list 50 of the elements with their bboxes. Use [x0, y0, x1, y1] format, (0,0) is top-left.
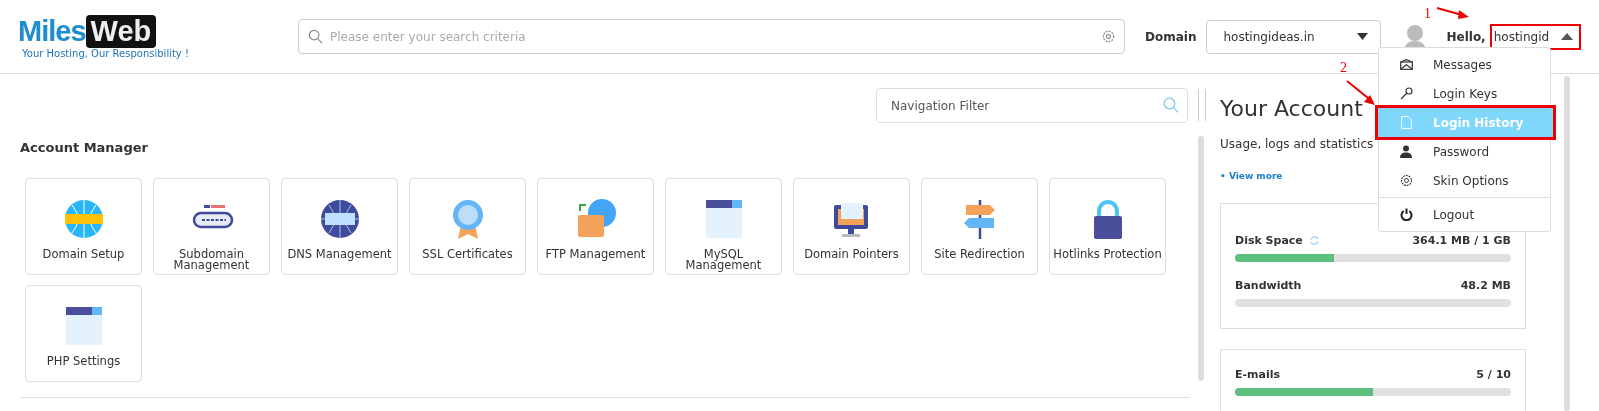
- navigation-filter-field[interactable]: Navigation Filter: [876, 88, 1188, 123]
- app-tile[interactable]: DNS Management: [281, 178, 398, 275]
- annotation-number: 1: [1424, 6, 1431, 22]
- section-title: Account Manager: [20, 140, 149, 155]
- annotation-arrow: [1436, 6, 1470, 20]
- logo-tagline: Your Hosting, Our Responsibility !: [22, 47, 189, 59]
- app-tile[interactable]: PHP Settings: [25, 285, 142, 382]
- logo-text: Miles: [18, 14, 86, 48]
- search-field[interactable]: Please enter your search criteria: [298, 19, 1125, 54]
- app-tile[interactable]: SSL Certificates: [409, 178, 526, 275]
- app-tile[interactable]: FTP Management: [537, 178, 654, 275]
- app-tile[interactable]: Domain Pointers: [793, 178, 910, 275]
- domain-label: Domain: [1145, 29, 1197, 44]
- menu-item[interactable]: Messages: [1379, 50, 1550, 79]
- app-tile[interactable]: MySQL Management: [665, 178, 782, 275]
- domain-select[interactable]: hostingideas.in: [1206, 19, 1382, 54]
- caret-icon: [1561, 33, 1574, 40]
- scrollbar[interactable]: [1198, 136, 1204, 381]
- panel-title: Your Account: [1220, 96, 1363, 121]
- search-icon: [308, 29, 323, 44]
- user-icon: [1400, 145, 1412, 158]
- stat-reading: 5 / 10: [1476, 368, 1511, 381]
- greeting-text: Hello,: [1446, 29, 1486, 44]
- app-tile[interactable]: Subdomain Management: [153, 178, 270, 275]
- stat-name: Bandwidth: [1235, 279, 1302, 292]
- menu-item[interactable]: Logout: [1379, 200, 1550, 229]
- settings-icon: [1399, 174, 1413, 187]
- key-icon: [1399, 87, 1413, 100]
- power-icon: [1399, 208, 1413, 221]
- stat-name: E-mails: [1235, 368, 1281, 381]
- app-tile[interactable]: Hotlinks Protection: [1049, 178, 1166, 275]
- view-more-link[interactable]: • View more: [1220, 171, 1283, 181]
- annotation-number: 2: [1340, 60, 1347, 76]
- search-icon: [1163, 97, 1179, 113]
- stat-name: Disk Space: [1235, 234, 1303, 247]
- menu-item[interactable]: Skin Options: [1379, 166, 1550, 195]
- scrollbar[interactable]: [1564, 76, 1570, 411]
- document-icon: [1400, 116, 1412, 129]
- logo-text: Web: [85, 14, 157, 48]
- app-tile[interactable]: Domain Setup: [25, 178, 142, 275]
- menu-item[interactable]: Password: [1379, 137, 1550, 166]
- caret-icon: [1357, 33, 1369, 40]
- stat-reading: 48.2 MB: [1460, 279, 1511, 292]
- settings-icon[interactable]: [1101, 29, 1116, 44]
- stat-reading: 364.1 MB / 1 GB: [1412, 234, 1511, 247]
- app-tile[interactable]: Site Redirection: [921, 178, 1038, 275]
- envelope-icon: [1399, 59, 1413, 70]
- refresh-icon[interactable]: [1308, 235, 1320, 246]
- splitter-handle[interactable]: [1198, 89, 1206, 121]
- menu-item[interactable]: Login Keys: [1379, 79, 1550, 108]
